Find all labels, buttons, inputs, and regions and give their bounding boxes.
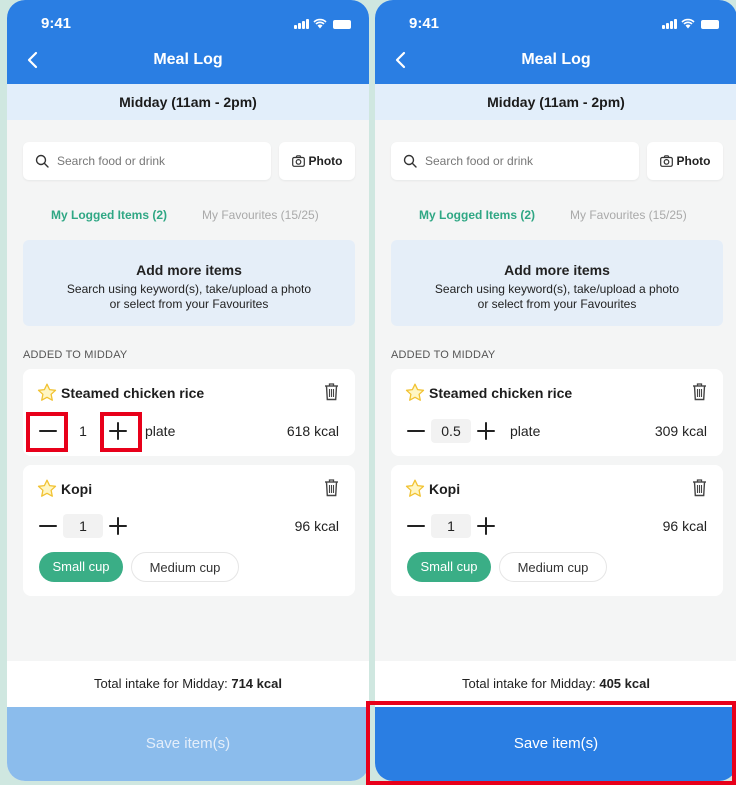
size-option-medium-cup[interactable]: Medium cup — [499, 552, 607, 582]
battery-icon — [333, 20, 351, 29]
decrease-quantity-button[interactable] — [37, 420, 59, 442]
size-option-small-cup[interactable]: Small cup — [407, 552, 491, 582]
drink-item-card: Kopi 1 96 kcal Small cup Medium cup — [23, 465, 355, 596]
decrease-quantity-button[interactable] — [405, 515, 427, 537]
page-title: Meal Log — [153, 51, 223, 68]
increase-quantity-button[interactable] — [475, 515, 497, 537]
photo-button-label: Photo — [308, 154, 343, 168]
add-more-line2: or select from your Favourites — [109, 297, 269, 311]
save-items-button[interactable]: Save item(s) — [375, 707, 736, 781]
quantity-value[interactable]: 1 — [431, 514, 471, 538]
quantity-value[interactable]: 0.5 — [431, 419, 471, 443]
search-icon — [403, 154, 417, 168]
photo-button-label: Photo — [676, 154, 711, 168]
section-label: ADDED TO MIDDAY — [23, 349, 128, 361]
total-intake-bar: Total intake for Midday: 405 kcal — [375, 661, 736, 707]
meal-period-label: Midday (11am - 2pm) — [7, 84, 369, 120]
trash-icon[interactable] — [692, 382, 707, 401]
phone-screen-right: 9:41 Meal Log Midday (11am - 2pm) Search… — [375, 0, 736, 781]
total-intake-label: Total intake for Midday: — [94, 676, 228, 691]
tab-my-favourites[interactable]: My Favourites (15/25) — [570, 208, 687, 222]
battery-icon — [701, 20, 719, 29]
wifi-icon — [313, 18, 327, 29]
save-items-button[interactable]: Save item(s) — [7, 707, 369, 781]
decrease-quantity-button[interactable] — [405, 420, 427, 442]
drink-item-name: Kopi — [429, 481, 461, 497]
search-placeholder: Search food or drink — [57, 154, 166, 168]
search-icon — [35, 154, 49, 168]
app-header: 9:41 Meal Log — [375, 0, 736, 84]
total-intake-label: Total intake for Midday: — [462, 676, 596, 691]
wifi-icon — [681, 18, 695, 29]
trash-icon[interactable] — [324, 478, 339, 497]
tab-my-favourites[interactable]: My Favourites (15/25) — [202, 208, 319, 222]
decrease-quantity-button[interactable] — [37, 515, 59, 537]
meal-period-label: Midday (11am - 2pm) — [375, 84, 736, 120]
favourite-star-icon[interactable] — [37, 383, 57, 402]
search-input[interactable]: Search food or drink — [23, 142, 271, 180]
quantity-value[interactable]: 1 — [63, 419, 103, 443]
size-option-medium-cup[interactable]: Medium cup — [131, 552, 239, 582]
signal-icon — [294, 19, 309, 29]
quantity-unit: plate — [145, 423, 176, 439]
add-more-items-card: Add more items Search using keyword(s), … — [391, 240, 723, 326]
increase-quantity-button[interactable] — [475, 420, 497, 442]
favourite-star-icon[interactable] — [37, 479, 57, 498]
section-label: ADDED TO MIDDAY — [391, 349, 496, 361]
search-input[interactable]: Search food or drink — [391, 142, 639, 180]
total-intake-value: 405 kcal — [599, 676, 650, 691]
increase-quantity-button[interactable] — [107, 515, 129, 537]
favourite-star-icon[interactable] — [405, 479, 425, 498]
add-more-title: Add more items — [504, 262, 610, 278]
calorie-value: 618 kcal — [286, 423, 339, 439]
food-item-name: Steamed chicken rice — [429, 385, 573, 401]
photo-button[interactable]: Photo — [279, 142, 355, 180]
add-more-line1: Search using keyword(s), take/upload a p… — [434, 282, 680, 296]
app-header: 9:41 Meal Log — [7, 0, 369, 84]
calorie-value: 96 kcal — [294, 518, 339, 534]
tab-my-logged-items[interactable]: My Logged Items (2) — [51, 208, 167, 222]
add-more-title: Add more items — [136, 262, 242, 278]
add-more-line2: or select from your Favourites — [477, 297, 637, 311]
total-intake-bar: Total intake for Midday: 714 kcal — [7, 661, 369, 707]
quantity-value[interactable]: 1 — [63, 514, 103, 538]
favourite-star-icon[interactable] — [405, 383, 425, 402]
calorie-value: 309 kcal — [654, 423, 707, 439]
food-item-card: Steamed chicken rice 0.5 plate 309 kcal — [391, 369, 723, 456]
status-time: 9:41 — [41, 15, 72, 32]
status-icons — [294, 18, 351, 29]
add-more-line1: Search using keyword(s), take/upload a p… — [66, 282, 312, 296]
increase-quantity-button[interactable] — [107, 420, 129, 442]
tab-my-logged-items[interactable]: My Logged Items (2) — [419, 208, 535, 222]
photo-button[interactable]: Photo — [647, 142, 723, 180]
signal-icon — [662, 19, 677, 29]
size-option-small-cup[interactable]: Small cup — [39, 552, 123, 582]
status-time: 9:41 — [409, 15, 440, 32]
trash-icon[interactable] — [324, 382, 339, 401]
status-icons — [662, 18, 719, 29]
page-title: Meal Log — [521, 51, 591, 68]
camera-icon — [291, 155, 305, 167]
phone-screen-left: 9:41 Meal Log Midday (11am - 2pm) Search… — [7, 0, 369, 781]
food-item-name: Steamed chicken rice — [61, 385, 205, 401]
quantity-unit: plate — [510, 423, 541, 439]
trash-icon[interactable] — [692, 478, 707, 497]
total-intake-value: 714 kcal — [231, 676, 282, 691]
drink-item-card: Kopi 1 96 kcal Small cup Medium cup — [391, 465, 723, 596]
drink-item-name: Kopi — [61, 481, 93, 497]
search-placeholder: Search food or drink — [425, 154, 534, 168]
food-item-card: Steamed chicken rice 1 plate 618 kcal — [23, 369, 355, 456]
calorie-value: 96 kcal — [662, 518, 707, 534]
add-more-items-card: Add more items Search using keyword(s), … — [23, 240, 355, 326]
camera-icon — [659, 155, 673, 167]
